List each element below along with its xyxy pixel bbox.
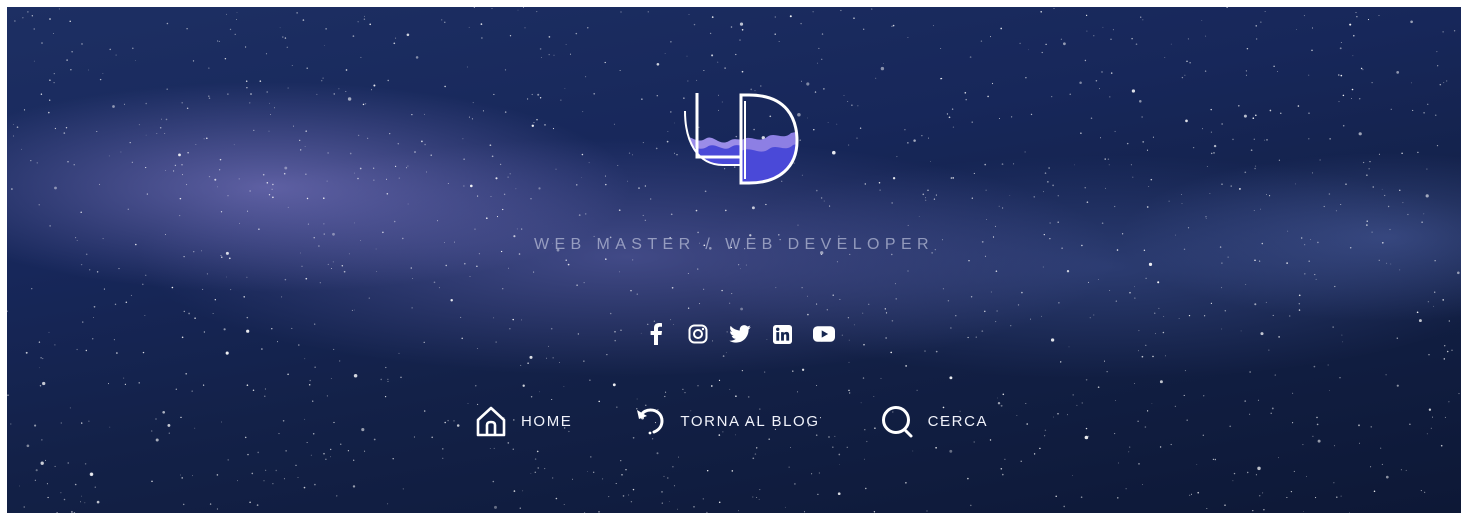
ld-logo[interactable]	[679, 81, 801, 187]
linkedin-icon[interactable]	[771, 323, 793, 345]
nav-search-label: CERCA	[927, 412, 989, 430]
page-frame: WEB MASTER / WEB DEVELOPER HOME TORNA AL…	[0, 0, 1461, 513]
search-icon	[880, 403, 916, 439]
nav-home[interactable]: HOME	[473, 403, 572, 439]
header-nav: HOME TORNA AL BLOG CERCA	[473, 401, 1048, 441]
youtube-icon[interactable]	[813, 323, 835, 345]
nav-back-label: TORNA AL BLOG	[680, 412, 820, 430]
social-links	[7, 323, 1461, 345]
nav-back-to-blog[interactable]: TORNA AL BLOG	[632, 403, 819, 439]
nav-search[interactable]: CERCA	[880, 403, 989, 439]
undo-icon	[632, 403, 668, 439]
instagram-icon[interactable]	[687, 323, 709, 345]
hero-header: WEB MASTER / WEB DEVELOPER HOME TORNA AL…	[7, 7, 1461, 513]
tagline: WEB MASTER / WEB DEVELOPER	[533, 236, 934, 253]
twitter-icon[interactable]	[729, 323, 751, 345]
facebook-icon[interactable]	[645, 323, 667, 345]
nav-home-label: HOME	[521, 412, 573, 430]
home-icon	[473, 403, 509, 439]
